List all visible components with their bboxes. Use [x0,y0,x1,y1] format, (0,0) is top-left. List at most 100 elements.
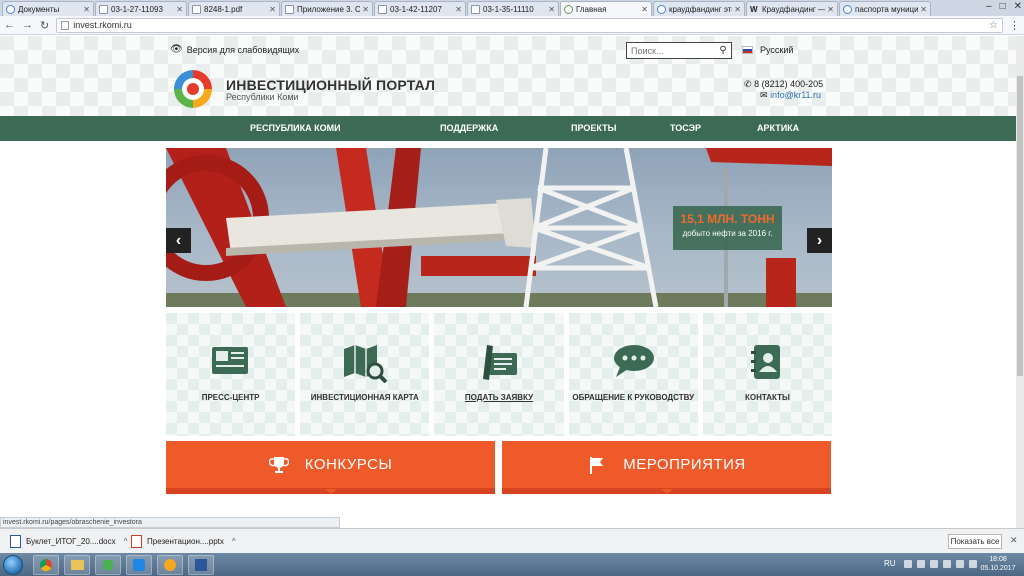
nav-item-projects[interactable]: ПРОЕКТЫ [571,123,616,133]
page-scrollbar[interactable] [1016,36,1024,528]
minimize-icon[interactable]: – [986,1,992,12]
tile-press-center[interactable]: ПРЕСС-ЦЕНТР [166,313,296,436]
leaf-icon [564,4,573,14]
slide-description: добыто нефти за 2016 г. [682,229,773,238]
lync-taskbar-icon[interactable] [126,555,152,575]
hero-slider: 15,1 МЛН. ТОНН добыто нефти за 2016 г. ‹… [166,148,832,307]
powerpoint-document-icon [131,535,142,548]
download-bar: Буклет_ИТОГ_20....docx ^ Презентацион...… [0,528,1024,553]
close-icon[interactable]: ✕ [641,5,648,14]
reload-icon[interactable]: ↻ [40,19,49,32]
keyboard-language[interactable]: RU [884,559,896,568]
email-link[interactable]: ✉ info@kr11.ru [760,90,821,101]
page-icon [61,20,70,30]
search-input[interactable] [627,43,715,58]
slider-next-button[interactable]: › [807,228,832,253]
browser-tab[interactable]: паспорта муницип ✕ [839,1,931,16]
volume-icon[interactable] [956,560,964,568]
eye-icon: 👁 [170,44,183,55]
tile-investment-map[interactable]: ИНВЕСТИЦИОННАЯ КАРТА [300,313,430,436]
phone-icon: ✆ [744,79,752,89]
portal-subtitle: Республики Коми [226,92,299,102]
bookmark-star-icon[interactable]: ☆ [989,20,998,31]
tile-submit-application[interactable]: ПОДАТЬ ЗАЯВКУ [434,313,564,436]
visually-impaired-link[interactable]: 👁 Версия для слабовидящих [170,44,299,55]
browser-tab[interactable]: 8248-1.pdf ✕ [188,1,280,16]
outlook-taskbar-icon[interactable] [157,555,183,575]
flag-tray-icon[interactable] [969,560,977,568]
show-all-downloads-button[interactable]: Показать все [948,534,1002,549]
browser-tab[interactable]: 03-1-42-11207 ✕ [374,1,466,16]
system-clock[interactable]: 18:08 05.10.2017 [978,555,1018,573]
browser-tab[interactable]: краудфандинг это -✕ [653,1,745,16]
chrome-taskbar-icon[interactable] [33,555,59,575]
window-controls: – □ ✕ [986,1,1022,12]
media-player-taskbar-icon[interactable] [95,555,121,575]
nav-item-support[interactable]: ПОДДЕРЖКА [440,123,498,133]
download-item-pptx[interactable]: Презентацион....pptx ^ [131,535,236,548]
maximize-icon[interactable]: □ [1000,1,1006,12]
tray-icon[interactable] [930,560,938,568]
tile-appeal-to-management[interactable]: ОБРАЩЕНИЕ К РУКОВОДСТВУ [568,313,698,436]
phone-number: ✆ 8 (8212) 400-205 [744,79,824,89]
browser-tab[interactable]: WКраудфандинг — Ви✕ [746,1,838,16]
main-nav: РЕСПУБЛИКА КОМИ ПОДДЕРЖКА ПРОЕКТЫ ТОСЭР … [0,116,1016,141]
browser-tab[interactable]: 03-1-35-11110 ✕ [467,1,559,16]
quick-links: ПРЕСС-ЦЕНТР ИНВЕСТИЦИОННАЯ КАРТА ПОДАТЬ … [166,313,833,436]
chevron-up-icon[interactable]: ^ [124,537,128,546]
address-book-icon [751,345,781,379]
google-icon [843,4,852,14]
tray-icon[interactable] [917,560,925,568]
tray-icon[interactable] [904,560,912,568]
forward-icon[interactable]: → [22,19,33,31]
slider-prev-button[interactable]: ‹ [166,228,191,253]
envelope-icon: ✉ [760,90,768,100]
chevron-up-icon[interactable]: ^ [232,537,236,546]
tile-contacts[interactable]: КОНТАКТЫ [702,313,833,436]
close-icon[interactable]: ✕ [1010,535,1018,546]
address-bar: ← → ↻ invest.rkomi.ru ☆ ⋮ [0,16,1024,35]
close-icon[interactable]: ✕ [920,5,927,14]
russian-flag-icon [742,46,753,54]
pen-document-icon [483,345,517,380]
close-window-icon[interactable]: ✕ [1014,1,1022,12]
document-icon [471,4,480,14]
browser-tab-strip: Документы ✕ 03-1-27-11093 ✕ 8248-1.pdf ✕ Пр… [0,0,1024,16]
nav-item-tosar[interactable]: ТОСЭР [670,123,701,133]
network-icon[interactable] [943,560,951,568]
portal-title[interactable]: ИНВЕСТИЦИОННЫЙ ПОРТАЛ [226,77,435,93]
browser-tab[interactable]: 03-1-27-11093 ✕ [95,1,187,16]
back-icon[interactable]: ← [4,19,15,31]
close-icon[interactable]: ✕ [548,5,555,14]
site-logo[interactable] [174,70,212,108]
close-icon[interactable]: ✕ [362,5,369,14]
nav-item-komi-republic[interactable]: РЕСПУБЛИКА КОМИ [250,123,341,133]
close-icon[interactable]: ✕ [176,5,183,14]
url-text: invest.rkomi.ru [73,20,132,30]
browser-tab[interactable]: Документы ✕ [2,1,94,16]
browser-menu-icon[interactable]: ⋮ [1009,19,1020,32]
download-item-docx[interactable]: Буклет_ИТОГ_20....docx ^ [10,535,127,548]
events-button[interactable]: МЕРОПРИЯТИЯ [502,441,831,494]
url-field[interactable]: invest.rkomi.ru ☆ [56,17,1003,33]
chat-bubbles-icon [614,345,655,377]
word-taskbar-icon[interactable] [188,555,214,575]
chevron-left-icon: ‹ [175,231,182,249]
site-header: 👁 Версия для слабовидящих ⚲ Русский ИНВЕ… [0,36,1016,116]
search-icon[interactable]: ⚲ [715,45,731,56]
trophy-icon [268,456,289,473]
language-selector[interactable]: Русский [742,45,793,55]
start-button[interactable] [3,555,23,575]
browser-tab-active[interactable]: Главная ✕ [560,1,652,16]
close-icon[interactable]: ✕ [83,5,90,14]
browser-tab[interactable]: Приложение 3. Спр✕ [281,1,373,16]
close-icon[interactable]: ✕ [734,5,741,14]
contests-button[interactable]: КОНКУРСЫ [166,441,495,494]
close-icon[interactable]: ✕ [827,5,834,14]
explorer-taskbar-icon[interactable] [64,555,90,575]
google-icon [657,4,666,14]
close-icon[interactable]: ✕ [455,5,462,14]
windows-taskbar: RU 18:08 05.10.2017 [0,553,1024,576]
nav-item-arctic[interactable]: АРКТИКА [757,123,799,133]
close-icon[interactable]: ✕ [269,5,276,14]
